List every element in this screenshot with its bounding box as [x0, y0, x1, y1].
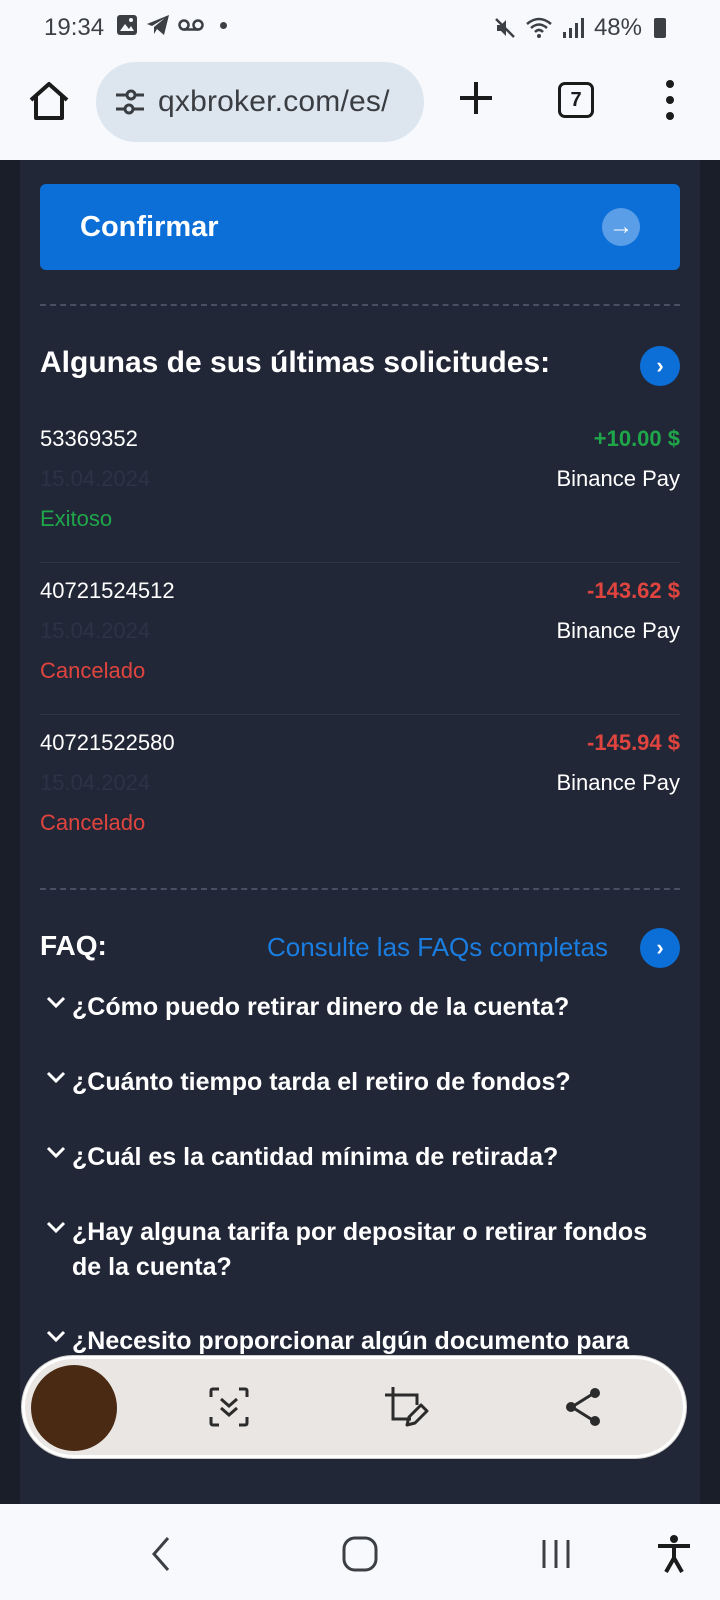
faq-question: ¿Cuál es la cantidad mínima de retirada? [72, 1143, 559, 1171]
battery-icon [654, 18, 666, 38]
requests-title: Algunas de sus últimas solicitudes: [40, 346, 551, 379]
request-item: 40721522580 15.04.2024 Cancelado -145.94… [40, 730, 680, 870]
request-amount: +10.00 $ [593, 426, 680, 451]
notification-icons [116, 14, 227, 36]
chevron-down-icon [46, 1071, 66, 1084]
faq-question: ¿Hay alguna tarifa por depositar o retir… [72, 1218, 648, 1281]
system-icons: 48% [494, 14, 666, 42]
faq-item[interactable]: ¿Cuál es la cantidad mínima de retirada? [40, 1140, 680, 1175]
request-status: Cancelado [40, 810, 146, 835]
divider [40, 888, 680, 890]
request-date: 15.04.2024 [40, 770, 151, 795]
faq-question: ¿Cuánto tiempo tarda el retiro de fondos… [72, 1068, 571, 1096]
faq-title: FAQ: [40, 930, 107, 961]
request-id: 40721522580 [40, 730, 175, 755]
share-icon[interactable] [559, 1383, 607, 1431]
page-content: Confirmar → Algunas de sus últimas solic… [0, 160, 720, 1504]
chevron-down-icon [46, 1330, 66, 1343]
home-icon[interactable] [26, 78, 72, 124]
divider [40, 714, 680, 715]
confirm-label: Confirmar [80, 210, 219, 243]
divider [40, 562, 680, 563]
request-status: Exitoso [40, 506, 113, 531]
mute-icon [495, 18, 515, 38]
accessibility-icon[interactable] [652, 1532, 696, 1576]
gallery-icon [117, 15, 137, 35]
faq-item[interactable]: ¿Hay alguna tarifa por depositar o retir… [40, 1215, 680, 1285]
confirm-button[interactable]: Confirmar → [40, 184, 680, 270]
url-text: qxbroker.com/es/ [158, 85, 390, 118]
home-nav-icon[interactable] [338, 1532, 382, 1576]
chevron-down-icon [46, 1146, 66, 1159]
chevron-down-icon [46, 1221, 66, 1234]
battery-level: 48% [593, 14, 642, 41]
faq-question: ¿Cómo puedo retirar dinero de la cuenta? [72, 993, 570, 1021]
request-id: 40721524512 [40, 578, 175, 603]
request-date: 15.04.2024 [40, 618, 151, 643]
chevron-down-icon [46, 996, 66, 1009]
faq-link[interactable]: Consulte las FAQs completas [267, 932, 608, 963]
screenshot-toolbar [22, 1356, 686, 1458]
plus-icon[interactable] [456, 78, 496, 118]
recents-icon[interactable] [534, 1532, 578, 1576]
request-id: 53369352 [40, 426, 138, 451]
dot-icon [220, 21, 227, 29]
tab-switcher-button[interactable]: 7 [558, 82, 594, 118]
system-nav-bar [0, 1504, 720, 1600]
back-icon[interactable] [140, 1532, 184, 1576]
wifi-icon [526, 17, 552, 38]
divider [40, 304, 680, 306]
request-amount: -143.62 $ [587, 578, 680, 603]
scroll-capture-icon[interactable] [205, 1383, 253, 1431]
arrow-right-icon: → [602, 208, 640, 246]
request-status: Cancelado [40, 658, 146, 683]
request-method: Binance Pay [556, 770, 680, 795]
request-date: 15.04.2024 [40, 466, 151, 491]
chevron-right-icon[interactable]: › [640, 928, 680, 968]
request-item: 53369352 15.04.2024 Exitoso +10.00 $ Bin… [40, 426, 680, 566]
request-item: 40721524512 15.04.2024 Cancelado -143.62… [40, 578, 680, 718]
more-vert-icon[interactable] [664, 80, 676, 120]
address-bar[interactable]: qxbroker.com/es/ [96, 62, 424, 142]
tune-icon[interactable] [114, 88, 146, 116]
chevron-right-icon[interactable]: › [640, 346, 680, 386]
request-method: Binance Pay [556, 618, 680, 643]
status-time: 19:34 [44, 14, 105, 41]
faq-item[interactable]: ¿Cuánto tiempo tarda el retiro de fondos… [40, 1065, 680, 1100]
faq-item[interactable]: ¿Cómo puedo retirar dinero de la cuenta? [40, 990, 680, 1025]
status-bar: 19:34 48% [0, 0, 720, 52]
voicemail-icon [178, 19, 204, 31]
browser-toolbar: qxbroker.com/es/ 7 [0, 52, 720, 160]
screenshot-thumbnail[interactable] [31, 1365, 117, 1451]
signal-icon [562, 18, 584, 38]
request-amount: -145.94 $ [587, 730, 680, 755]
telegram-icon [147, 15, 169, 35]
request-method: Binance Pay [556, 466, 680, 491]
crop-edit-icon[interactable] [381, 1383, 429, 1431]
